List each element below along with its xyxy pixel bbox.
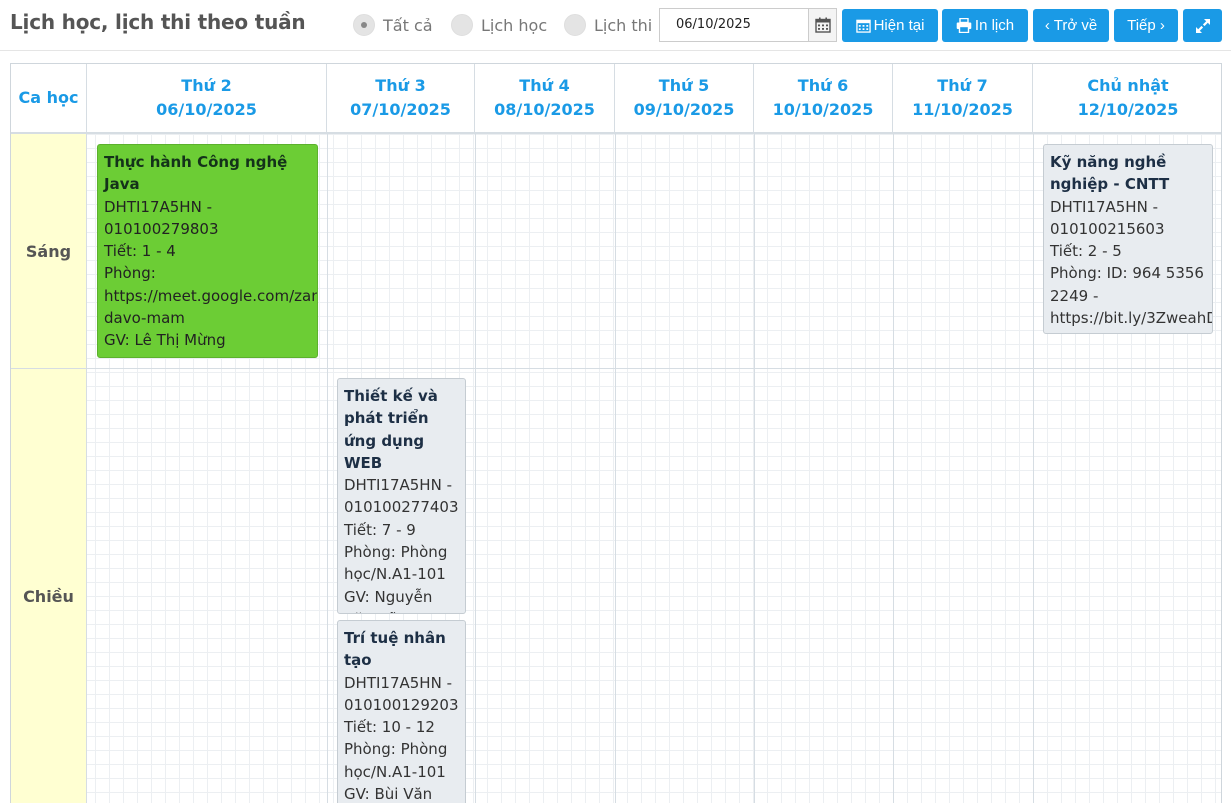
radio-unchecked-icon[interactable] [451,14,473,36]
day-header-fri: Thứ 6 10/10/2025 [754,64,893,132]
day-name: Thứ 5 [658,76,710,95]
column-divider [475,134,476,803]
event-name: Thiết kế và phát triển ứng dụng WEB [344,387,438,472]
previous-week-button[interactable]: ‹ Trở về [1033,9,1109,42]
column-divider [615,134,616,803]
calendar-icon [855,19,871,33]
day-date: 10/10/2025 [772,100,874,119]
event-period: Tiết: 1 - 4 [104,242,176,261]
event-teacher: GV: Bùi Văn Tân [344,785,433,803]
event-room: Phòng: Phòng học/N.A1-101 [344,543,448,584]
previous-week-label: ‹ Trở về [1044,17,1098,34]
filter-all-label: Tất cả [383,15,433,35]
session-afternoon-cell: Chiều [11,369,87,803]
day-name: Thứ 7 [937,76,988,95]
print-icon [956,18,972,33]
fullscreen-button[interactable] [1183,9,1222,42]
filter-exam-radio[interactable]: Lịch thi [564,14,652,36]
day-header-sun: Chủ nhật 12/10/2025 [1033,64,1223,132]
current-week-label: Hiện tại [873,17,925,34]
row-divider [11,368,1221,369]
top-bar: Lịch học, lịch thi theo tuần Tất cả Lịch… [0,0,1231,51]
event-period: Tiết: 2 - 5 [1050,242,1122,261]
column-divider [893,134,894,803]
radio-checked-icon[interactable] [353,14,375,36]
event-card[interactable]: Thực hành Công nghệ Java DHTI17A5HN - 01… [97,144,318,358]
event-name: Kỹ năng nghề nghiệp - CNTT [1050,153,1170,194]
day-header-wed: Thứ 4 08/10/2025 [475,64,615,132]
next-week-label: Tiếp › [1127,17,1165,34]
day-name: Thứ 4 [519,76,570,95]
day-name: Thứ 2 [181,76,232,95]
event-course-code: 010100279803 [104,219,219,238]
event-room-label: Phòng: [104,264,156,283]
filter-study-label: Lịch học [481,15,548,35]
session-afternoon-label: Chiều [23,587,74,606]
event-course-code: 010100277403 [344,498,459,517]
day-date: 08/10/2025 [494,100,595,119]
event-course-code: 010100215603 [1050,219,1165,238]
event-room: Phòng: ID: 964 5356 2249 - https://bit.l… [1050,264,1213,328]
filter-all-radio[interactable]: Tất cả [353,14,433,36]
event-room: https://meet.google.com/zan-davo-mam [104,286,318,328]
event-card[interactable]: Kỹ năng nghề nghiệp - CNTT DHTI17A5HN - … [1043,144,1213,334]
session-morning-label: Sáng [25,241,72,261]
column-divider [327,134,328,803]
expand-icon [1195,18,1210,33]
day-header-sat: Thứ 7 11/10/2025 [893,64,1033,132]
day-date: 11/10/2025 [912,100,1013,119]
table-header-row: Ca học Thứ 2 06/10/2025 Thứ 3 07/10/2025… [11,64,1221,134]
print-label: In lịch [974,17,1015,34]
day-name: Chủ nhật [1087,76,1169,95]
filter-exam-label: Lịch thi [594,15,653,35]
event-teacher: GV: Nguyễn Văn Vũ [344,587,433,613]
column-divider [1033,134,1034,803]
column-divider [754,134,755,803]
event-teacher: GV: Lê Thị Mừng [104,331,226,350]
event-class-code: DHTI17A5HN - [344,673,452,692]
calendar-icon [814,17,831,33]
session-morning-cell: Sáng [11,134,87,368]
radio-unchecked-icon[interactable] [564,14,586,36]
session-header-label: Ca học [18,88,79,107]
event-class-code: DHTI17A5HN - [344,476,452,495]
page-title: Lịch học, lịch thi theo tuần [10,10,306,34]
event-period: Tiết: 7 - 9 [344,520,416,539]
weekly-schedule-table: Ca học Thứ 2 06/10/2025 Thứ 3 07/10/2025… [10,63,1222,803]
event-course-code: 010100129203 [344,695,459,714]
day-header-tue: Thứ 3 07/10/2025 [327,64,475,132]
event-card[interactable]: Thiết kế và phát triển ứng dụng WEB DHTI… [337,378,466,614]
day-header-thu: Thứ 5 09/10/2025 [615,64,754,132]
day-date: 12/10/2025 [1077,100,1179,119]
calendar-picker-button[interactable] [808,8,837,42]
day-header-mon: Thứ 2 06/10/2025 [87,64,327,132]
current-week-button[interactable]: Hiện tại [842,9,938,42]
day-date: 07/10/2025 [350,100,451,119]
day-date: 06/10/2025 [156,100,257,119]
filter-study-radio[interactable]: Lịch học [451,14,547,36]
next-week-button[interactable]: Tiếp › [1114,9,1178,42]
event-class-code: DHTI17A5HN - [104,197,212,216]
date-input[interactable]: 06/10/2025 [659,8,809,42]
session-column-header: Ca học [11,64,87,132]
print-button[interactable]: In lịch [942,9,1028,42]
day-date: 09/10/2025 [633,100,735,119]
event-period: Tiết: 10 - 12 [344,718,435,737]
event-room: Phòng: Phòng học/N.A1-101 [344,740,448,781]
day-name: Thứ 6 [797,76,849,95]
event-class-code: DHTI17A5HN - [1050,197,1158,216]
event-name: Thực hành Công nghệ Java [104,153,288,194]
day-name: Thứ 3 [375,76,426,95]
event-card[interactable]: Trí tuệ nhân tạo DHTI17A5HN - 0101001292… [337,620,466,803]
event-name: Trí tuệ nhân tạo [344,629,446,670]
